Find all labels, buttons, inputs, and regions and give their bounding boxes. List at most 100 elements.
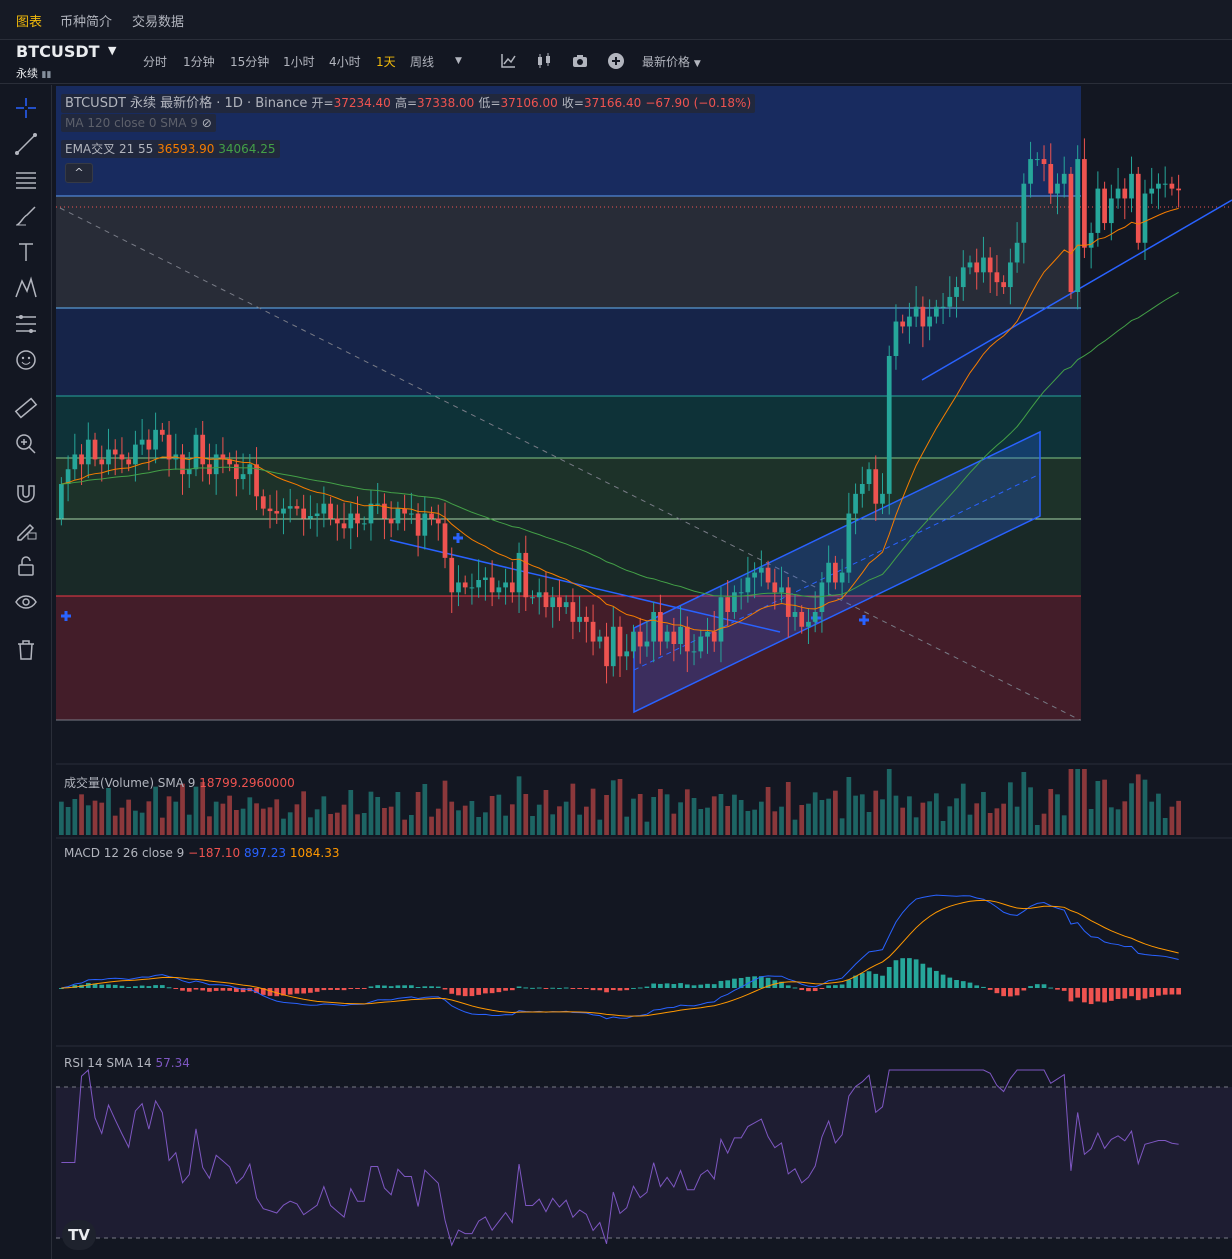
macd-histogram-bar: [159, 985, 165, 988]
volume-bar: [119, 807, 125, 835]
macd-histogram-bar: [402, 985, 407, 988]
candle: [913, 306, 919, 317]
volume-bar: [355, 814, 360, 835]
candle: [543, 592, 549, 608]
candle: [1075, 159, 1081, 292]
macd-histogram-bar: [1108, 988, 1114, 1001]
volume-bar: [893, 795, 899, 835]
macd-histogram-bar: [617, 988, 623, 991]
volume-bar: [691, 798, 697, 835]
macd-histogram-bar: [543, 988, 549, 989]
volume-bar: [483, 812, 488, 835]
macd-histogram-bar: [920, 963, 926, 988]
volume-bar: [1129, 783, 1134, 835]
volume-bar: [240, 808, 246, 835]
candle: [671, 631, 677, 644]
candle: [745, 577, 751, 593]
macd-histogram-bar: [294, 988, 300, 994]
volume-bar: [981, 792, 986, 835]
candle: [503, 582, 508, 588]
volume-bar: [408, 815, 414, 835]
volume-bar: [180, 783, 185, 835]
macd-legend: MACD 12 26 close 9 −187.10 897.23 1084.3…: [64, 846, 340, 860]
volume-bar: [577, 814, 582, 835]
candle: [355, 513, 360, 524]
macd-histogram-bar: [658, 983, 663, 988]
volume-bar: [846, 777, 852, 835]
macd-histogram-bar: [799, 988, 805, 991]
volume-bar: [308, 817, 313, 835]
macd-histogram-bar: [974, 985, 980, 988]
macd-histogram-bar: [382, 985, 387, 988]
price-chart[interactable]: [0, 0, 1232, 1259]
candle: [415, 513, 421, 536]
volume-bar: [1075, 769, 1081, 835]
macd-histogram-bar: [812, 988, 818, 992]
macd-histogram-bar: [947, 977, 953, 988]
macd-histogram-bar: [112, 984, 118, 988]
candle: [186, 469, 192, 475]
candle: [133, 444, 138, 465]
volume-bar: [476, 817, 482, 835]
volume-bar: [422, 784, 428, 835]
volume-bar: [1028, 787, 1033, 835]
volume-bar: [274, 799, 280, 835]
volume-bar: [106, 788, 111, 835]
volume-bar: [705, 807, 710, 835]
candle: [509, 582, 515, 593]
candle: [859, 484, 865, 494]
candle: [563, 602, 569, 608]
volume-bar: [227, 795, 232, 835]
candle: [1176, 188, 1181, 191]
macd-histogram-bar: [456, 988, 461, 996]
volume-bar: [718, 794, 724, 835]
candle: [1108, 198, 1114, 224]
candle: [146, 439, 152, 450]
volume-bar: [913, 817, 919, 835]
macd-histogram-bar: [583, 988, 589, 989]
candle: [523, 552, 529, 598]
candle: [981, 257, 986, 273]
volume-bar: [267, 807, 273, 835]
candle: [1082, 159, 1087, 248]
volume-bar: [99, 802, 105, 835]
macd-histogram-bar: [173, 988, 179, 989]
candle: [826, 562, 832, 583]
macd-histogram-bar: [859, 973, 865, 988]
macd-histogram-bar: [806, 988, 811, 992]
candle: [718, 597, 724, 642]
hidden-eye-icon[interactable]: ⊘: [202, 116, 212, 130]
volume-bar: [301, 791, 307, 835]
macd-histogram-bar: [503, 988, 508, 991]
volume-bar: [509, 804, 515, 835]
volume-bar: [1082, 769, 1087, 835]
candle: [207, 464, 212, 475]
volume-bar: [79, 794, 84, 835]
candle: [637, 631, 643, 647]
candle: [1088, 232, 1094, 248]
volume-bar: [806, 803, 811, 835]
volume-bar: [543, 790, 549, 835]
macd-histogram-bar: [530, 987, 535, 989]
macd-histogram-bar: [597, 988, 603, 991]
volume-bar: [765, 787, 771, 835]
volume-bar: [907, 796, 912, 835]
candle: [604, 636, 609, 667]
macd-histogram-bar: [846, 979, 852, 988]
candle: [85, 439, 91, 465]
volume-bar: [388, 806, 394, 835]
candle: [79, 454, 84, 465]
volume-bar: [678, 802, 683, 835]
macd-histogram-bar: [314, 988, 320, 992]
candle: [1142, 193, 1148, 243]
candle: [610, 626, 616, 667]
collapse-legend-button[interactable]: ^: [65, 163, 93, 183]
macd-histogram-bar: [442, 988, 448, 990]
macd-histogram-bar: [119, 985, 125, 988]
macd-histogram-bar: [213, 988, 219, 991]
macd-histogram-bar: [819, 988, 825, 989]
candle: [947, 296, 953, 307]
macd-histogram-bar: [1162, 988, 1168, 995]
volume-bar: [1149, 801, 1155, 835]
volume-bar: [1034, 825, 1040, 835]
